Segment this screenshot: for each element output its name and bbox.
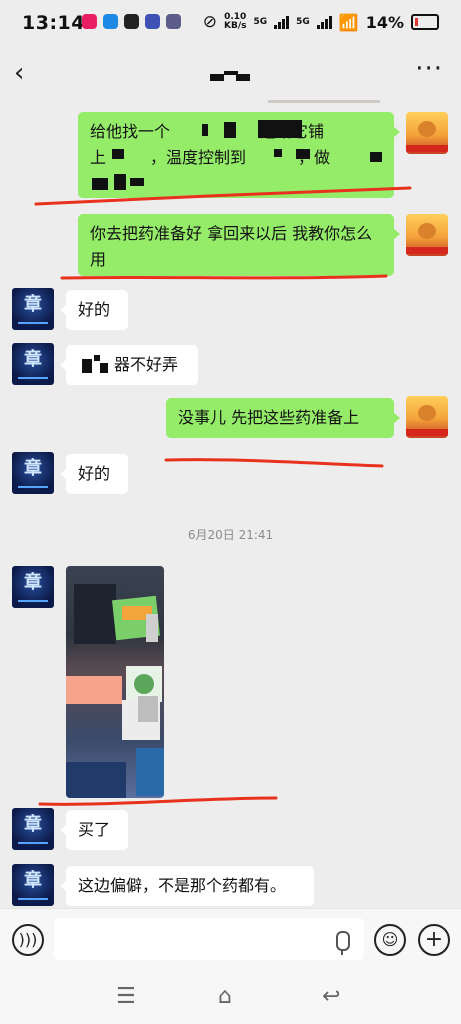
app-notification-icon <box>145 14 160 29</box>
redaction-block <box>82 359 92 373</box>
status-time: 13:14 <box>22 12 85 34</box>
redaction-block <box>258 120 302 138</box>
battery-icon <box>411 14 439 30</box>
redaction-block <box>202 124 208 136</box>
chat-message-list[interactable]: 给他找一个边给它铺 上，温度控制到，做 你去把药准备好 拿回来以后 我教你怎么用… <box>0 100 461 908</box>
redaction-block <box>94 355 100 361</box>
my-avatar[interactable] <box>406 112 448 154</box>
contact-avatar[interactable]: 章 <box>12 343 54 385</box>
contact-avatar[interactable]: 章 <box>12 566 54 608</box>
redaction-block <box>224 122 236 138</box>
message-bubble-received[interactable]: 好的 <box>60 290 128 330</box>
contact-name-redacted <box>210 71 250 81</box>
message-input-bar: ))) ☺ + <box>0 908 461 971</box>
redaction-block <box>138 696 158 722</box>
message-bubble-received[interactable]: 器不好弄 <box>60 345 198 385</box>
my-avatar[interactable] <box>406 396 448 438</box>
signal-label: 5G <box>253 17 268 27</box>
redaction-block <box>112 149 124 159</box>
message-bubble-received[interactable]: 买了 <box>60 810 128 850</box>
plus-icon[interactable]: + <box>418 924 450 956</box>
back-nav-icon[interactable]: ↩ <box>322 984 340 1009</box>
emoji-icon[interactable]: ☺ <box>374 924 406 956</box>
contact-avatar[interactable]: 章 <box>12 864 54 906</box>
redaction-block <box>100 363 108 373</box>
contact-avatar[interactable]: 章 <box>12 452 54 494</box>
message-bubble-received[interactable]: 好的 <box>60 454 128 494</box>
redaction-block <box>114 174 126 190</box>
message-bubble-sent[interactable]: 没事儿 先把这些药准备上 <box>166 398 400 438</box>
contact-avatar[interactable]: 章 <box>12 288 54 330</box>
notification-icons <box>82 14 181 29</box>
battery-percentage: 14% <box>365 12 404 32</box>
microphone-icon[interactable] <box>336 931 350 955</box>
back-icon[interactable]: ‹ <box>14 58 24 88</box>
signal-label: 5G <box>296 17 310 27</box>
contact-avatar[interactable]: 章 <box>12 808 54 850</box>
signal-bars-icon <box>274 15 290 29</box>
app-notification-icon <box>103 14 118 29</box>
voice-icon[interactable]: ))) <box>12 924 44 956</box>
wifi-icon: 📶 <box>338 12 359 32</box>
app-notification-icon <box>82 14 97 29</box>
app-notification-icon <box>166 14 181 29</box>
redaction-block <box>274 149 282 157</box>
chat-header: ‹ ··· <box>0 46 461 100</box>
redaction-block <box>370 152 382 162</box>
redaction-block <box>130 178 144 186</box>
partial-message-edge <box>268 100 380 103</box>
message-input[interactable] <box>54 918 364 960</box>
message-bubble-received[interactable]: 这边偏僻，不是那个药都有。 <box>60 866 314 906</box>
redaction-block <box>296 149 310 159</box>
my-avatar[interactable] <box>406 214 448 256</box>
app-notification-icon <box>124 14 139 29</box>
home-icon[interactable]: ⌂ <box>218 984 232 1009</box>
message-bubble-sent[interactable]: 给他找一个边给它铺 上，温度控制到，做 <box>78 112 400 198</box>
signal-bars-icon <box>316 15 332 29</box>
speedometer-icon: ⊘ <box>202 12 217 32</box>
redaction-block <box>92 178 108 190</box>
redaction-block <box>146 614 158 642</box>
more-options-icon[interactable]: ··· <box>415 54 443 84</box>
menu-icon[interactable]: ☰ <box>116 984 136 1009</box>
network-speed: 0.10 KB/s <box>223 12 247 31</box>
status-bar: 13:14 ⊘ 0.10 KB/s 5G 5G 📶 14% <box>0 0 461 46</box>
image-message[interactable] <box>66 566 164 798</box>
message-timestamp: 6月20日 21:41 <box>187 528 274 542</box>
system-navigation-bar: ☰ ⌂ ↩ <box>0 970 461 1024</box>
message-bubble-sent[interactable]: 你去把药准备好 拿回来以后 我教你怎么用 <box>78 214 400 276</box>
system-status-icons: ⊘ 0.10 KB/s 5G 5G 📶 14% <box>203 12 439 32</box>
